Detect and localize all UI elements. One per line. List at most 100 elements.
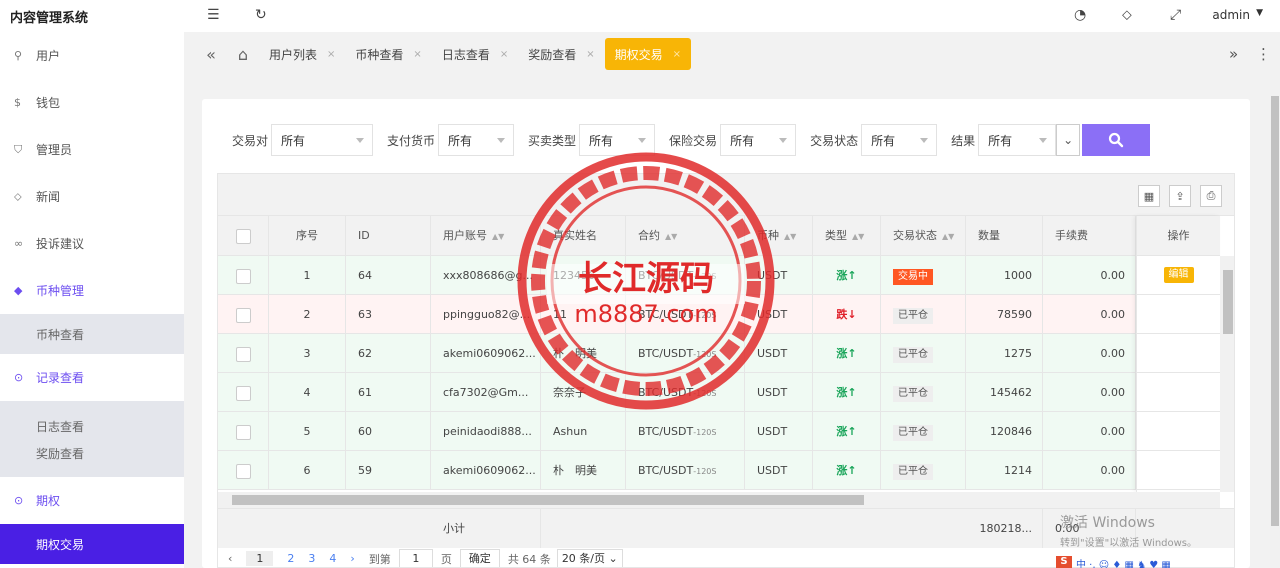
cell-type: 涨↑ bbox=[813, 334, 881, 373]
sidebar-item-options[interactable]: ⊙ 期权 bbox=[0, 477, 184, 524]
ime-logo: S bbox=[1056, 556, 1072, 568]
table-row[interactable]: 6 59 akemi0609062... 朴 明美 BTC/USDT-120S USDT 涨… bbox=[218, 451, 1136, 490]
vertical-scrollbar[interactable] bbox=[1220, 256, 1234, 492]
sidebar-item-label: 管理员 bbox=[36, 143, 73, 157]
subtotal-label: 小计 bbox=[431, 509, 541, 549]
sidebar-item-news[interactable]: ⬦ 新闻 bbox=[0, 173, 184, 220]
next-page-icon[interactable]: › bbox=[350, 552, 354, 565]
contract-period: -120S bbox=[693, 467, 717, 476]
row-checkbox[interactable] bbox=[218, 451, 269, 490]
page-2[interactable]: 2 bbox=[287, 552, 294, 565]
scroll-thumb[interactable] bbox=[1271, 96, 1279, 526]
action-cell bbox=[1137, 334, 1220, 373]
activation-title: 激活 Windows bbox=[1060, 515, 1155, 531]
scroll-thumb[interactable] bbox=[232, 495, 864, 505]
cell-fee: 0.00 bbox=[1043, 295, 1136, 334]
edit-button[interactable]: 编辑 bbox=[1163, 267, 1194, 283]
sidebar-subitem-log-view[interactable]: 日志查看 bbox=[0, 401, 184, 439]
trade-down-label: 跌↓ bbox=[836, 308, 857, 321]
trade-up-label: 涨↑ bbox=[836, 386, 857, 399]
top-bar: 内容管理系统 ☰ ↻ ◔ ⬦ ⤢ admin ▼ bbox=[0, 0, 1280, 32]
export-icon[interactable]: ⇪ bbox=[1169, 185, 1191, 207]
caret-down-icon bbox=[638, 138, 647, 143]
sort-icon[interactable]: ▲▼ bbox=[784, 232, 796, 241]
page-3[interactable]: 3 bbox=[308, 552, 315, 565]
menu-fold-icon[interactable]: ☰ bbox=[207, 7, 220, 23]
close-icon[interactable]: × bbox=[586, 49, 594, 60]
chevron-down-icon[interactable]: ▼ bbox=[1256, 8, 1263, 18]
search-button[interactable] bbox=[1082, 124, 1151, 156]
close-icon[interactable]: × bbox=[673, 49, 681, 60]
col-header-status[interactable]: 交易状态 ▲▼ bbox=[881, 216, 966, 256]
page-4[interactable]: 4 bbox=[329, 552, 336, 565]
close-icon[interactable]: × bbox=[327, 49, 335, 60]
filter-status-select[interactable]: 所有 bbox=[861, 124, 938, 156]
tab-scroll-right-icon[interactable]: » bbox=[1229, 45, 1238, 63]
row-checkbox[interactable] bbox=[218, 334, 269, 373]
cell-type: 涨↑ bbox=[813, 256, 881, 295]
sidebar-item-coin-manage[interactable]: ◆ 币种管理 bbox=[0, 267, 184, 314]
user-menu[interactable]: admin bbox=[1212, 8, 1250, 22]
home-icon[interactable]: ⌂ bbox=[227, 45, 259, 64]
sidebar-item-wallet[interactable]: $ 钱包 bbox=[0, 79, 184, 126]
expand-filters-button[interactable]: ⌄ bbox=[1056, 124, 1081, 156]
row-checkbox[interactable] bbox=[218, 295, 269, 334]
windows-activation-notice: 激活 Windows 转到"设置"以激活 Windows。 bbox=[1060, 512, 1197, 549]
cell-id: 63 bbox=[346, 295, 431, 334]
sidebar-item-records[interactable]: ⊙ 记录查看 bbox=[0, 354, 184, 401]
row-checkbox[interactable] bbox=[218, 256, 269, 295]
sidebar-item-user[interactable]: ⚲ 用户 bbox=[0, 32, 184, 79]
cell-id: 60 bbox=[346, 412, 431, 451]
theme-icon[interactable]: ◔ bbox=[1074, 7, 1086, 23]
tab-log-view[interactable]: 日志查看 × bbox=[432, 38, 518, 70]
scroll-thumb[interactable] bbox=[1223, 270, 1233, 334]
tab-reward-view[interactable]: 奖励查看 × bbox=[518, 38, 604, 70]
close-icon[interactable]: × bbox=[500, 49, 508, 60]
sort-icon[interactable]: ▲▼ bbox=[852, 232, 864, 241]
status-badge: 交易中 bbox=[893, 269, 933, 285]
sidebar-subitem-reward-view[interactable]: 奖励查看 bbox=[0, 439, 184, 477]
select-all-checkbox[interactable] bbox=[218, 216, 269, 256]
total-count: 共 64 条 bbox=[507, 552, 551, 566]
filter-result-select[interactable]: 所有 bbox=[978, 124, 1057, 156]
tag-icon[interactable]: ⬦ bbox=[1122, 7, 1132, 23]
more-icon[interactable]: ⋮ bbox=[1256, 45, 1271, 63]
col-header-type[interactable]: 类型 ▲▼ bbox=[813, 216, 881, 256]
sidebar-subitem-coin-view[interactable]: 币种查看 bbox=[0, 314, 184, 354]
sidebar-item-complaints[interactable]: ∞ 投诉建议 bbox=[0, 220, 184, 267]
prev-page-icon[interactable]: ‹ bbox=[228, 552, 232, 565]
cell-status: 已平仓 bbox=[881, 412, 966, 451]
tab-user-list[interactable]: 用户列表 × bbox=[259, 38, 345, 70]
sidebar-item-admin[interactable]: ⛉ 管理员 bbox=[0, 126, 184, 173]
sort-icon[interactable]: ▲▼ bbox=[942, 232, 954, 241]
select-value: 所有 bbox=[988, 133, 1013, 148]
tab-option-trade[interactable]: 期权交易 × bbox=[604, 38, 692, 70]
record-icon: ⊙ bbox=[14, 371, 24, 384]
page-scrollbar[interactable] bbox=[1270, 80, 1280, 568]
sidebar-item-label: 新闻 bbox=[36, 190, 61, 204]
table-row[interactable]: 5 60 peinidaodi888... Ashun BTC/USDT-120S USD… bbox=[218, 412, 1136, 451]
filter-pay-currency-select[interactable]: 所有 bbox=[438, 124, 515, 156]
goto-confirm-button[interactable]: 确定 bbox=[459, 549, 500, 567]
sidebar-subitem-option-trade[interactable]: 期权交易 bbox=[0, 524, 184, 564]
ime-toolbar[interactable]: S 中 ·, ☺ ♦ ▦ ♞ ♥ ▦ bbox=[1056, 556, 1171, 568]
filter-pair-select[interactable]: 所有 bbox=[271, 124, 374, 156]
print-icon[interactable]: ⎙ bbox=[1200, 185, 1222, 207]
select-value: 所有 bbox=[589, 133, 614, 148]
cell-contract: BTC/USDT-120S bbox=[626, 412, 745, 451]
tab-scroll-left-icon[interactable]: « bbox=[195, 45, 227, 64]
page-size-select[interactable]: 20 条/页 ⌄ bbox=[556, 549, 623, 567]
row-checkbox[interactable] bbox=[218, 373, 269, 412]
columns-icon[interactable]: ▦ bbox=[1138, 185, 1160, 207]
fullscreen-icon[interactable]: ⤢ bbox=[1170, 7, 1181, 23]
page-1[interactable]: 1 bbox=[246, 551, 274, 566]
row-checkbox[interactable] bbox=[218, 412, 269, 451]
app-title: 内容管理系统 bbox=[10, 10, 89, 26]
sort-icon[interactable]: ▲▼ bbox=[492, 232, 504, 241]
tab-coin-view[interactable]: 币种查看 × bbox=[345, 38, 431, 70]
goto-page-input[interactable]: 1 bbox=[398, 549, 433, 567]
refresh-icon[interactable]: ↻ bbox=[255, 7, 267, 23]
close-icon[interactable]: × bbox=[413, 49, 421, 60]
horizontal-scrollbar[interactable] bbox=[218, 492, 1220, 508]
cell-coin: USDT bbox=[745, 451, 813, 490]
